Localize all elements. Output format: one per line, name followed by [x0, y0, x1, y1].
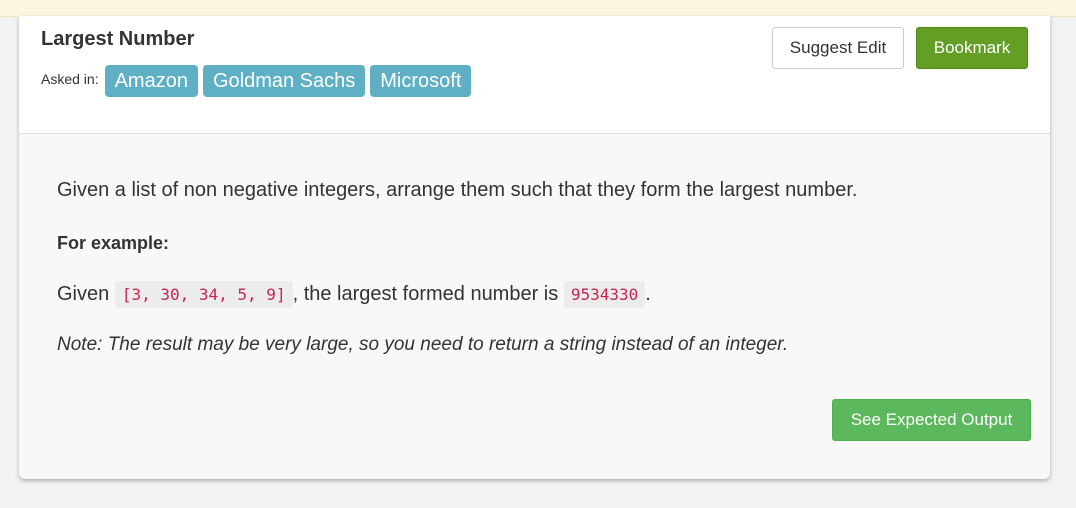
problem-header: Largest Number Asked in: Amazon Goldman … [19, 16, 1050, 134]
asked-in-row: Asked in: Amazon Goldman Sachs Microsoft [41, 65, 476, 97]
see-expected-output-button[interactable]: See Expected Output [832, 399, 1031, 441]
given-prefix: Given [57, 283, 110, 305]
example-input-code: [3, 30, 34, 5, 9] [114, 281, 293, 308]
problem-card: Largest Number Asked in: Amazon Goldman … [19, 16, 1050, 479]
company-tag-goldman-sachs[interactable]: Goldman Sachs [202, 65, 366, 97]
notification-strip [0, 0, 1076, 17]
problem-title: Largest Number [41, 28, 195, 50]
problem-note: Note: The result may be very large, so y… [57, 334, 789, 355]
problem-description: Given a list of non negative integers, a… [57, 179, 858, 201]
example-output-code: 9534330 [563, 281, 646, 308]
company-tag-amazon[interactable]: Amazon [104, 65, 198, 97]
problem-body: Given a list of non negative integers, a… [19, 134, 1050, 479]
suggest-edit-button[interactable]: Suggest Edit [772, 27, 904, 69]
given-suffix: . [645, 283, 651, 305]
example-heading: For example: [57, 233, 170, 253]
bookmark-button[interactable]: Bookmark [916, 27, 1028, 69]
example-line: Given [3, 30, 34, 5, 9], the largest for… [57, 278, 651, 311]
company-tag-microsoft[interactable]: Microsoft [370, 65, 472, 97]
given-middle: , the largest formed number is [292, 283, 559, 305]
asked-in-label: Asked in: [41, 71, 99, 87]
